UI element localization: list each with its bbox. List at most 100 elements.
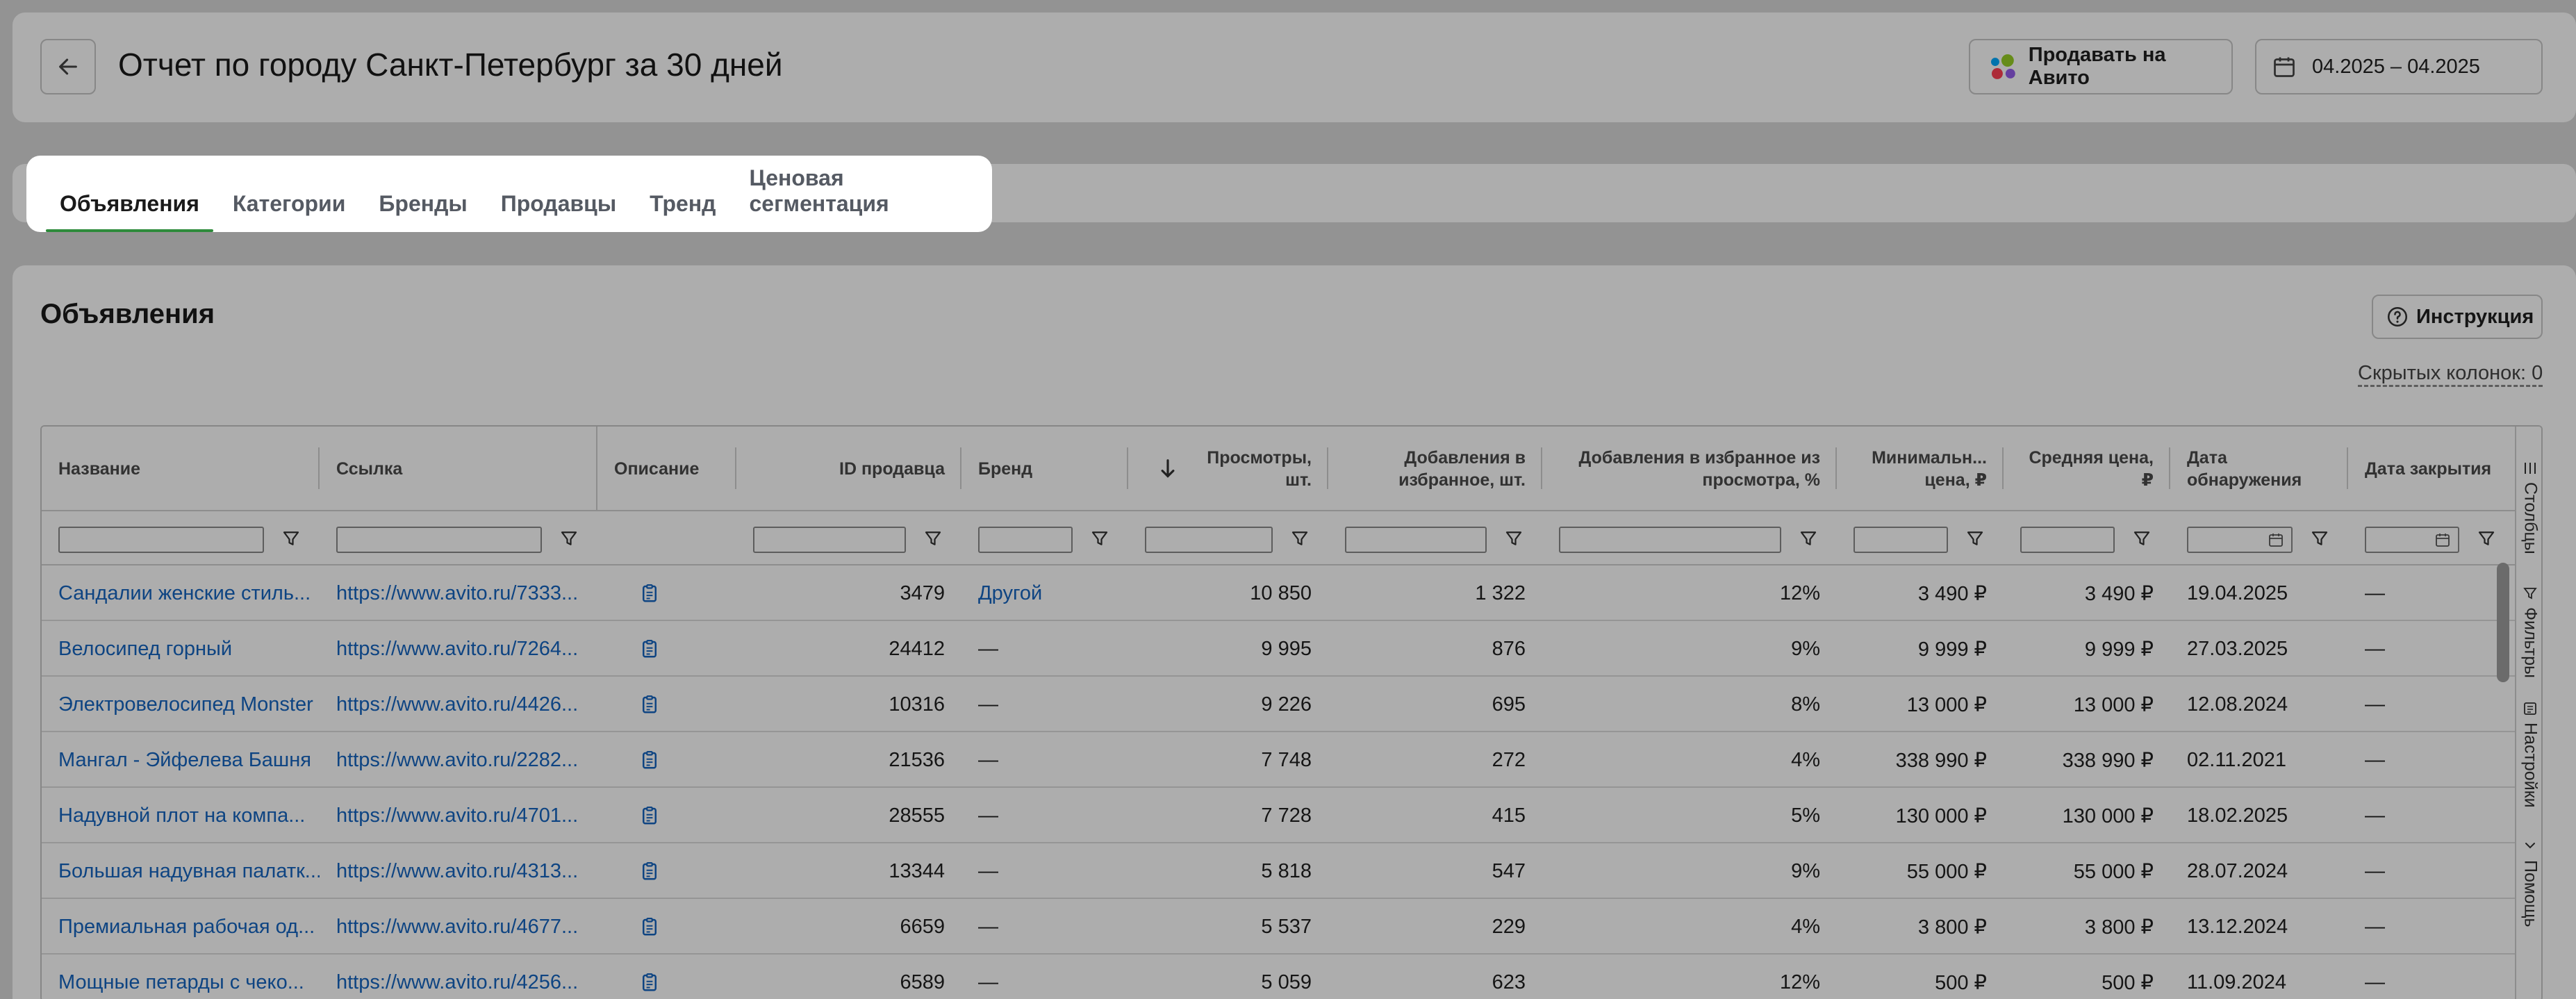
clipboard-icon[interactable]	[639, 583, 660, 604]
seller-id-filter-input[interactable]	[753, 527, 906, 553]
tab-trend[interactable]: Тренд	[636, 156, 729, 232]
table-row[interactable]: Электровелосипед Monster https://www.avit…	[42, 677, 2515, 732]
column-divider[interactable]	[1541, 447, 1542, 489]
sell-on-avito-button[interactable]: Продавать на Авито	[1969, 39, 2233, 94]
cell-description[interactable]	[597, 677, 736, 732]
table-row[interactable]: Премиальная рабочая од... https://www.avi…	[42, 899, 2515, 955]
hidden-columns-link[interactable]: Скрытых колонок: 0	[2358, 361, 2543, 387]
filter-icon[interactable]	[1798, 528, 1819, 549]
table-row[interactable]: Большая надувная палатк... https://www.av…	[42, 843, 2515, 899]
cell-name[interactable]: Велосипед горный	[42, 621, 320, 677]
column-divider[interactable]	[2169, 447, 2170, 489]
cell-name[interactable]: Мангал - Эйфелева Башня	[42, 732, 320, 788]
tab-sellers[interactable]: Продавцы	[487, 156, 630, 232]
column-header-favorites[interactable]: Добавления в избранное, шт.	[1328, 427, 1542, 511]
clipboard-icon[interactable]	[639, 805, 660, 826]
tab-categories[interactable]: Категории	[219, 156, 360, 232]
column-divider[interactable]	[2002, 447, 2004, 489]
instruction-button[interactable]: Инструкция	[2372, 295, 2543, 339]
table-row[interactable]: Сандалии женские стиль... https://www.avi…	[42, 565, 2515, 621]
cell-link[interactable]: https://www.avito.ru/4313...	[320, 843, 597, 899]
filter-icon[interactable]	[923, 528, 943, 549]
table-row[interactable]: Мангал - Эйфелева Башня https://www.avito…	[42, 732, 2515, 788]
tab-brands[interactable]: Бренды	[365, 156, 481, 232]
column-header-link[interactable]: Ссылка	[320, 427, 597, 511]
cell-link[interactable]: https://www.avito.ru/4256...	[320, 955, 597, 999]
link-filter-input[interactable]	[336, 527, 542, 553]
cell-description[interactable]	[597, 621, 736, 677]
sidebar-item-filters[interactable]: Фильтры	[2516, 585, 2541, 678]
cell-link[interactable]: https://www.avito.ru/7333...	[320, 565, 597, 621]
cell-link[interactable]: https://www.avito.ru/2282...	[320, 732, 597, 788]
cell-description[interactable]	[597, 899, 736, 955]
cell-description[interactable]	[597, 788, 736, 843]
cell-description[interactable]	[597, 955, 736, 999]
sidebar-item-help[interactable]: Помощь	[2516, 838, 2541, 927]
clipboard-icon[interactable]	[639, 638, 660, 659]
filter-icon[interactable]	[2131, 528, 2152, 549]
table-row[interactable]: Велосипед горный https://www.avito.ru/726…	[42, 621, 2515, 677]
cell-name[interactable]: Сандалии женские стиль...	[42, 565, 320, 621]
sidebar-item-columns[interactable]: Столбцы	[2516, 460, 2541, 554]
column-divider[interactable]	[1327, 447, 1328, 489]
column-header-min-price[interactable]: Минимальн... цена, ₽	[1837, 427, 2004, 511]
filter-icon[interactable]	[1503, 528, 1524, 549]
closed-date-filter-input[interactable]	[2365, 527, 2459, 553]
brand-filter-input[interactable]	[978, 527, 1073, 553]
avg-price-filter-input[interactable]	[2020, 527, 2115, 553]
views-filter-input[interactable]	[1145, 527, 1273, 553]
sidebar-item-settings[interactable]: Настройки	[2516, 700, 2541, 808]
table-row[interactable]: Мощные петарды с чеко... https://www.avit…	[42, 955, 2515, 999]
filter-icon[interactable]	[1965, 528, 1985, 549]
cell-link[interactable]: https://www.avito.ru/4677...	[320, 899, 597, 955]
column-divider[interactable]	[318, 447, 320, 489]
clipboard-icon[interactable]	[639, 916, 660, 937]
cell-name[interactable]: Мощные петарды с чеко...	[42, 955, 320, 999]
cell-link[interactable]: https://www.avito.ru/7264...	[320, 621, 597, 677]
tab-price-segmentation[interactable]: Ценовая сегментация	[735, 156, 986, 232]
cell-description[interactable]	[597, 565, 736, 621]
cell-link[interactable]: https://www.avito.ru/4426...	[320, 677, 597, 732]
tab-listings[interactable]: Объявления	[46, 156, 213, 232]
filter-icon[interactable]	[1289, 528, 1310, 549]
cell-name[interactable]: Электровелосипед Monster	[42, 677, 320, 732]
filter-icon[interactable]	[281, 528, 302, 549]
favorites-filter-input[interactable]	[1345, 527, 1487, 553]
filter-icon[interactable]	[559, 528, 579, 549]
cell-description[interactable]	[597, 732, 736, 788]
column-header-fav-percent[interactable]: Добавления в избранное из просмотра, %	[1542, 427, 1837, 511]
back-button[interactable]	[40, 39, 96, 94]
name-filter-input[interactable]	[58, 527, 264, 553]
clipboard-icon[interactable]	[639, 750, 660, 770]
cell-name[interactable]: Надувной плот на компа...	[42, 788, 320, 843]
column-divider[interactable]	[1835, 447, 1837, 489]
fav-percent-filter-input[interactable]	[1559, 527, 1781, 553]
column-header-brand[interactable]: Бренд	[961, 427, 1128, 511]
column-header-views[interactable]: Просмотры, шт.	[1128, 427, 1328, 511]
column-divider[interactable]	[2347, 447, 2348, 489]
column-header-closed-date[interactable]: Дата закрытия	[2348, 427, 2515, 511]
calendar-icon[interactable]	[2434, 531, 2451, 548]
table-row[interactable]: Надувной плот на компа... https://www.avi…	[42, 788, 2515, 843]
found-date-filter-input[interactable]	[2187, 527, 2293, 553]
column-divider[interactable]	[735, 447, 736, 489]
column-header-description[interactable]: Описание	[597, 427, 736, 511]
filter-icon[interactable]	[2476, 528, 2497, 549]
calendar-icon[interactable]	[2268, 531, 2284, 548]
column-divider[interactable]	[960, 447, 961, 489]
column-divider[interactable]	[1127, 447, 1128, 489]
column-header-found-date[interactable]: Дата обнаружения	[2170, 427, 2348, 511]
clipboard-icon[interactable]	[639, 694, 660, 715]
date-range-picker[interactable]: 04.2025 – 04.2025	[2255, 39, 2543, 94]
min-price-filter-input[interactable]	[1853, 527, 1948, 553]
cell-description[interactable]	[597, 843, 736, 899]
column-header-seller-id[interactable]: ID продавца	[736, 427, 961, 511]
filter-icon[interactable]	[2309, 528, 2330, 549]
column-header-name[interactable]: Название	[42, 427, 320, 511]
cell-name[interactable]: Премиальная рабочая од...	[42, 899, 320, 955]
vertical-scrollbar[interactable]	[2497, 563, 2509, 682]
clipboard-icon[interactable]	[639, 972, 660, 993]
filter-icon[interactable]	[1089, 528, 1110, 549]
cell-link[interactable]: https://www.avito.ru/4701...	[320, 788, 597, 843]
column-header-avg-price[interactable]: Средняя цена, ₽	[2004, 427, 2170, 511]
